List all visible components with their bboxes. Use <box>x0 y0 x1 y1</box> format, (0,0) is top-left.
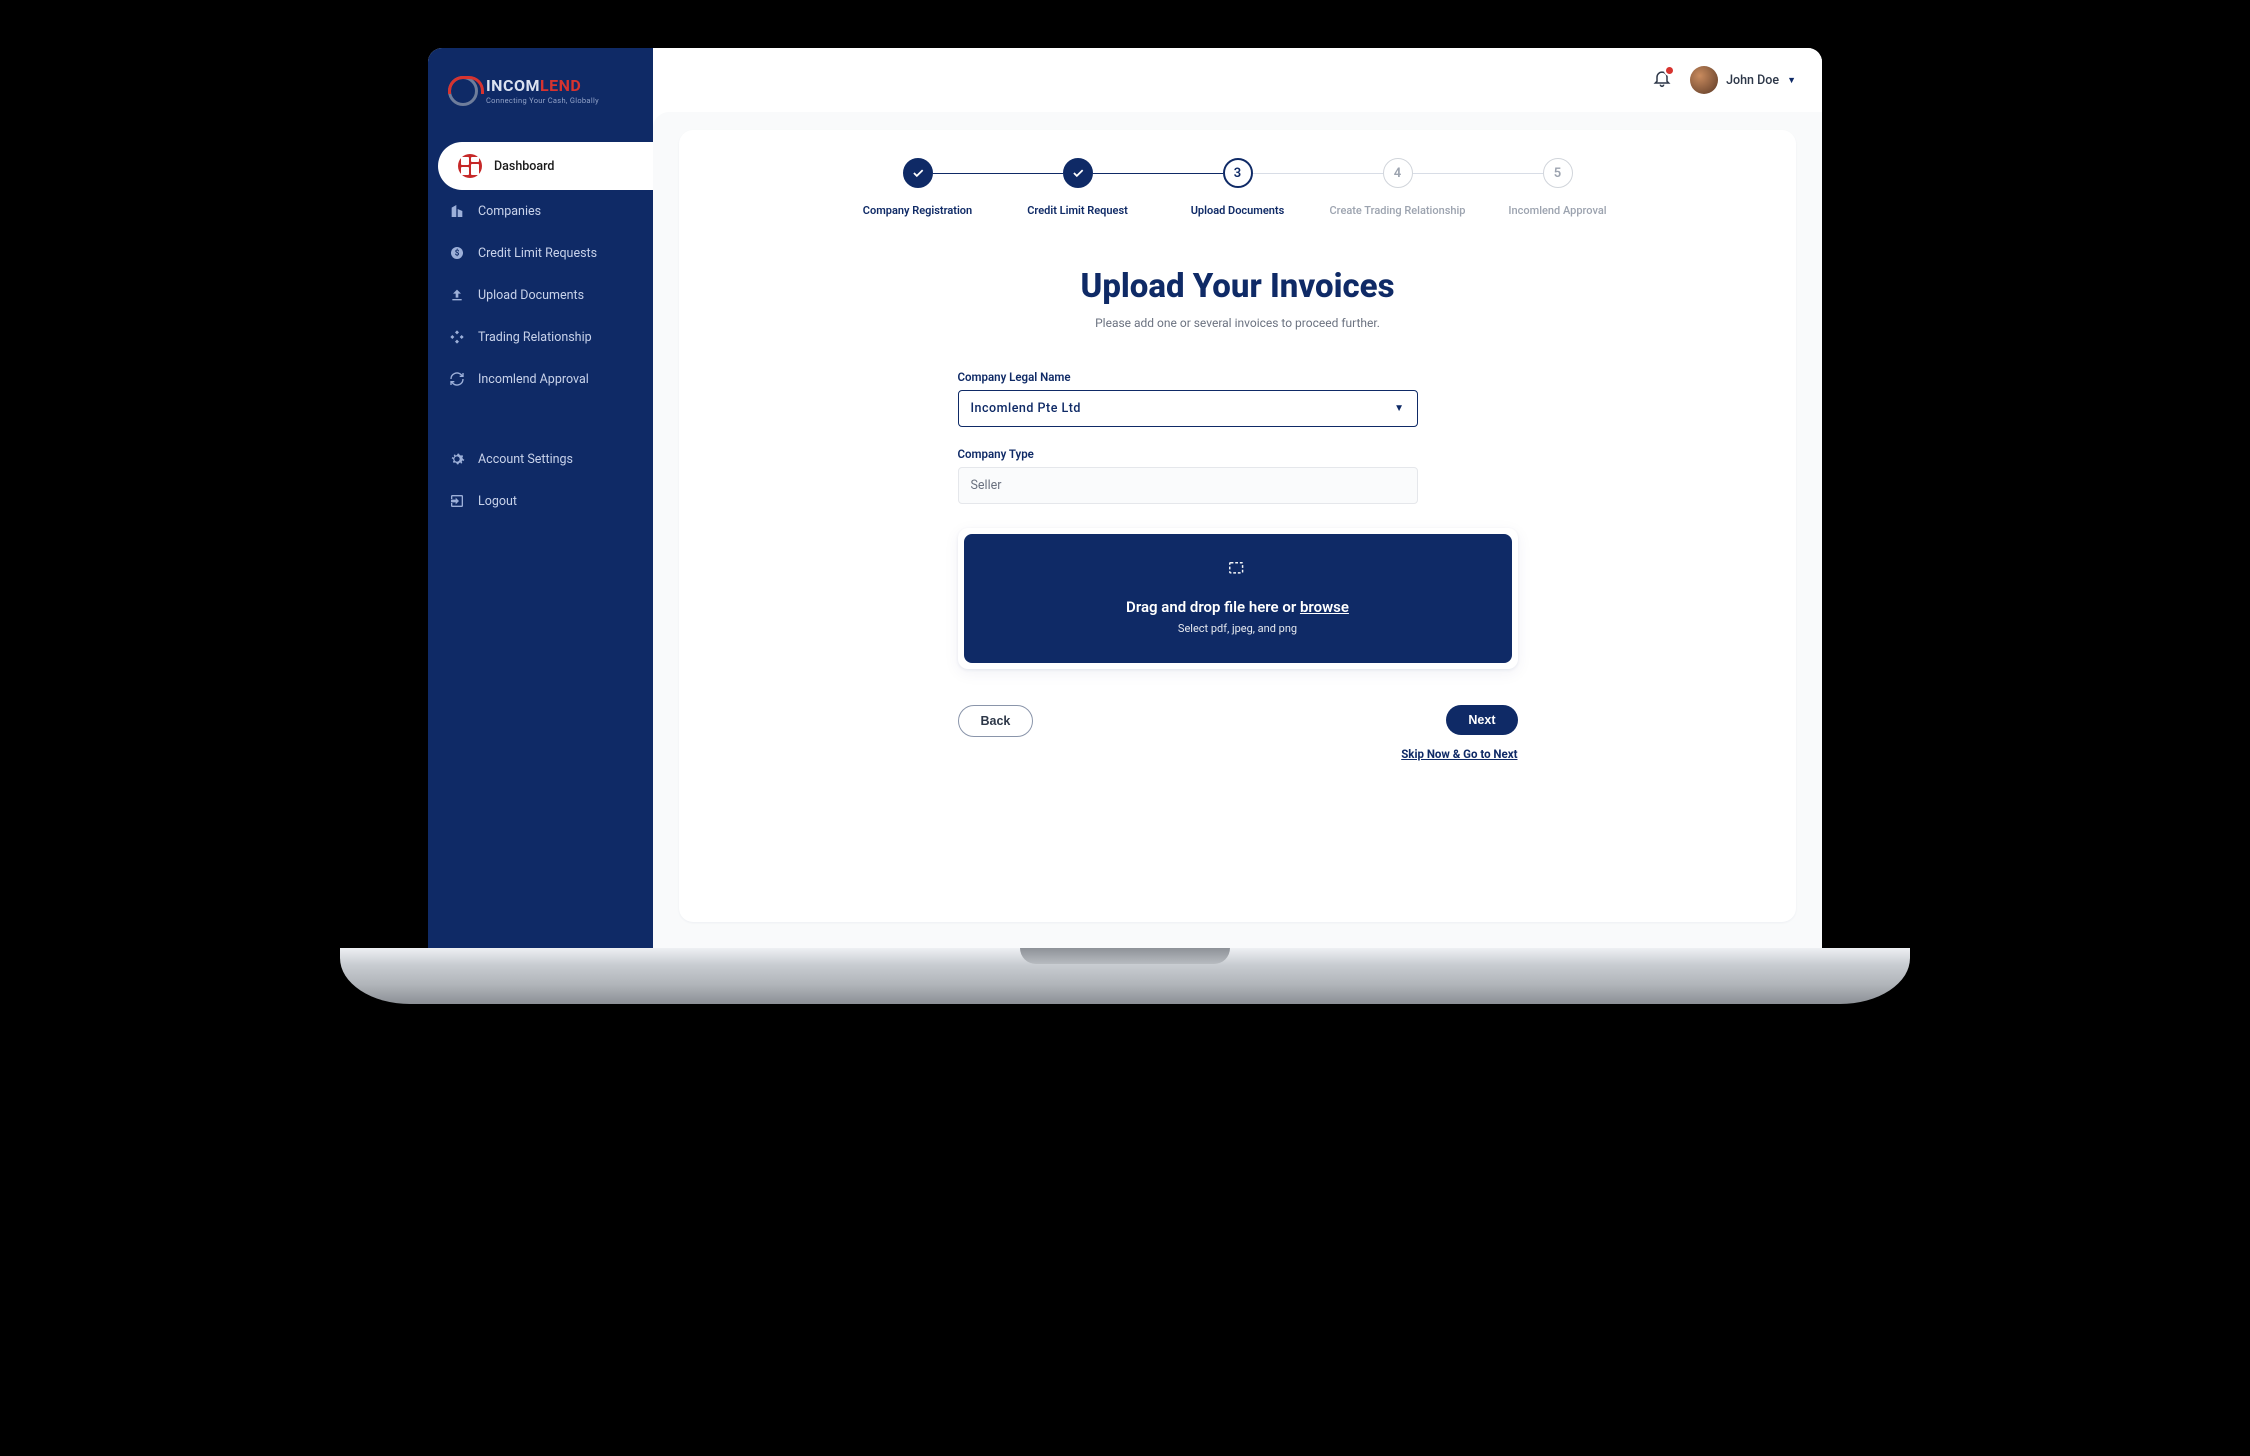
laptop-notch <box>1020 948 1230 964</box>
step-number: 5 <box>1543 158 1573 188</box>
step-incomlend-approval[interactable]: 5 Incomlend Approval <box>1478 158 1638 217</box>
browse-link[interactable]: browse <box>1300 598 1349 616</box>
check-icon <box>1063 158 1093 188</box>
sidebar-item-trading-relationship[interactable]: Trading Relationship <box>428 316 653 358</box>
content-card: Company Registration Credit Limit Reques… <box>679 130 1796 922</box>
svg-text:$: $ <box>455 249 460 258</box>
dashboard-icon <box>458 154 482 178</box>
step-number: 3 <box>1223 158 1253 188</box>
step-credit-limit-request[interactable]: Credit Limit Request <box>998 158 1158 217</box>
next-button[interactable]: Next <box>1446 705 1517 735</box>
topbar: John Doe ▼ <box>653 48 1822 112</box>
laptop-frame: INCOMLEND Connecting Your Cash, Globally… <box>410 30 1840 1004</box>
step-upload-documents[interactable]: 3 Upload Documents <box>1158 158 1318 217</box>
form-actions: Back Next Skip Now & Go to Next <box>958 705 1518 761</box>
step-label: Credit Limit Request <box>1027 204 1128 217</box>
dropzone-hint: Select pdf, jpeg, and png <box>976 622 1500 635</box>
check-icon <box>903 158 933 188</box>
sidebar-item-account-settings[interactable]: Account Settings <box>428 438 653 480</box>
file-dropzone[interactable]: Drag and drop file here or browse Select… <box>964 534 1512 663</box>
sidebar-item-upload-documents[interactable]: Upload Documents <box>428 274 653 316</box>
brand-mark-icon <box>448 76 478 106</box>
step-label: Company Registration <box>863 204 972 217</box>
sidebar-item-label: Upload Documents <box>478 288 584 303</box>
sidebar: INCOMLEND Connecting Your Cash, Globally… <box>428 48 653 948</box>
step-company-registration[interactable]: Company Registration <box>838 158 998 217</box>
step-create-trading-relationship[interactable]: 4 Create Trading Relationship <box>1318 158 1478 217</box>
sidebar-item-logout[interactable]: Logout <box>428 480 653 522</box>
sidebar-item-label: Dashboard <box>494 159 554 174</box>
sidebar-item-incomlend-approval[interactable]: Incomlend Approval <box>428 358 653 400</box>
brand-tagline: Connecting Your Cash, Globally <box>486 97 599 105</box>
page-subtitle: Please add one or several invoices to pr… <box>958 316 1518 330</box>
app-screen: INCOMLEND Connecting Your Cash, Globally… <box>428 48 1822 948</box>
gear-icon <box>448 450 466 468</box>
refresh-icon <box>448 370 466 388</box>
main-area: John Doe ▼ Company <box>653 48 1822 948</box>
upload-form: Upload Your Invoices Please add one or s… <box>958 267 1518 761</box>
handshake-icon <box>448 328 466 346</box>
step-label: Create Trading Relationship <box>1329 204 1465 217</box>
stepper: Company Registration Credit Limit Reques… <box>719 158 1756 217</box>
user-menu[interactable]: John Doe ▼ <box>1690 66 1796 94</box>
file-cursor-icon <box>976 560 1500 586</box>
sidebar-item-label: Account Settings <box>478 452 573 467</box>
page-title: Upload Your Invoices <box>958 267 1518 306</box>
sidebar-nav: Dashboard Companies $ Credit Limit Reque… <box>428 136 653 522</box>
sidebar-item-label: Incomlend Approval <box>478 372 589 387</box>
sidebar-item-companies[interactable]: Companies <box>428 190 653 232</box>
laptop-base <box>340 948 1910 1004</box>
notification-dot-icon <box>1664 65 1675 76</box>
sidebar-item-label: Companies <box>478 204 541 219</box>
sidebar-item-dashboard[interactable]: Dashboard <box>438 142 653 190</box>
dollar-icon: $ <box>448 244 466 262</box>
company-legal-name-label: Company Legal Name <box>958 370 1418 384</box>
dropzone-text: Drag and drop file here or browse <box>976 598 1500 616</box>
sidebar-item-label: Trading Relationship <box>478 330 592 345</box>
step-number: 4 <box>1383 158 1413 188</box>
sidebar-item-label: Logout <box>478 494 517 509</box>
brand-name-a: INCOM <box>486 76 540 95</box>
company-type-value: Seller <box>971 478 1002 493</box>
brand-name-b: LEND <box>540 76 581 95</box>
user-name: John Doe <box>1726 73 1779 88</box>
company-legal-name-value: Incomlend Pte Ltd <box>971 401 1081 416</box>
company-type-field: Seller <box>958 467 1418 504</box>
company-type-label: Company Type <box>958 447 1418 461</box>
company-legal-name-select[interactable]: Incomlend Pte Ltd ▼ <box>958 390 1418 427</box>
avatar <box>1690 66 1718 94</box>
skip-link[interactable]: Skip Now & Go to Next <box>1401 747 1517 761</box>
building-icon <box>448 202 466 220</box>
sidebar-item-label: Credit Limit Requests <box>478 246 597 261</box>
dropzone-card: Drag and drop file here or browse Select… <box>958 528 1518 669</box>
chevron-down-icon: ▼ <box>1394 403 1404 414</box>
step-label: Upload Documents <box>1191 204 1285 217</box>
back-button[interactable]: Back <box>958 705 1034 737</box>
notifications-button[interactable] <box>1652 68 1672 92</box>
brand-logo: INCOMLEND Connecting Your Cash, Globally <box>428 48 653 136</box>
sidebar-item-credit-limit[interactable]: $ Credit Limit Requests <box>428 232 653 274</box>
upload-icon <box>448 286 466 304</box>
step-label: Incomlend Approval <box>1508 204 1606 217</box>
logout-icon <box>448 492 466 510</box>
chevron-down-icon: ▼ <box>1787 75 1796 86</box>
